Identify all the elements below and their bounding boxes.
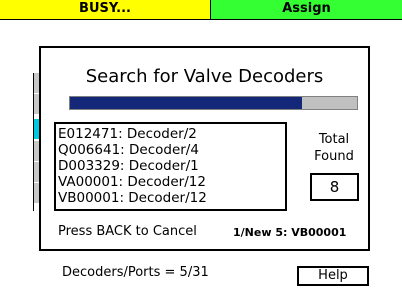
help-button[interactable]: Help (297, 266, 369, 286)
list-item: VB00001: Decoder/12 (58, 190, 207, 206)
total-found-value: 8 (310, 173, 359, 201)
found-label-line: Found (314, 149, 354, 164)
total-found-label: Total Found (299, 131, 369, 165)
tab-assign[interactable]: Assign (211, 0, 402, 20)
list-item: VA00001: Decoder/12 (58, 174, 206, 190)
list-item: Q006641: Decoder/4 (58, 142, 199, 158)
dialog-title: Search for Valve Decoders (85, 66, 324, 87)
results-list[interactable]: E012471: Decoder/2 Q006641: Decoder/4 D0… (54, 122, 287, 211)
search-status: 1/New 5: VB00001 (233, 226, 347, 239)
list-item: D003329: Decoder/1 (58, 158, 199, 174)
cancel-hint: Press BACK to Cancel (58, 224, 197, 239)
tab-busy[interactable]: BUSY... (0, 0, 211, 20)
search-dialog: Search for Valve Decoders E012471: Decod… (39, 46, 370, 251)
search-progress-bar (69, 96, 358, 110)
total-label-line: Total (318, 132, 350, 147)
list-item: E012471: Decoder/2 (58, 126, 197, 142)
decoders-ports-count: Decoders/Ports = 5/31 (62, 265, 209, 280)
tab-bar: BUSY... Assign (0, 0, 402, 21)
progress-fill (70, 97, 303, 109)
